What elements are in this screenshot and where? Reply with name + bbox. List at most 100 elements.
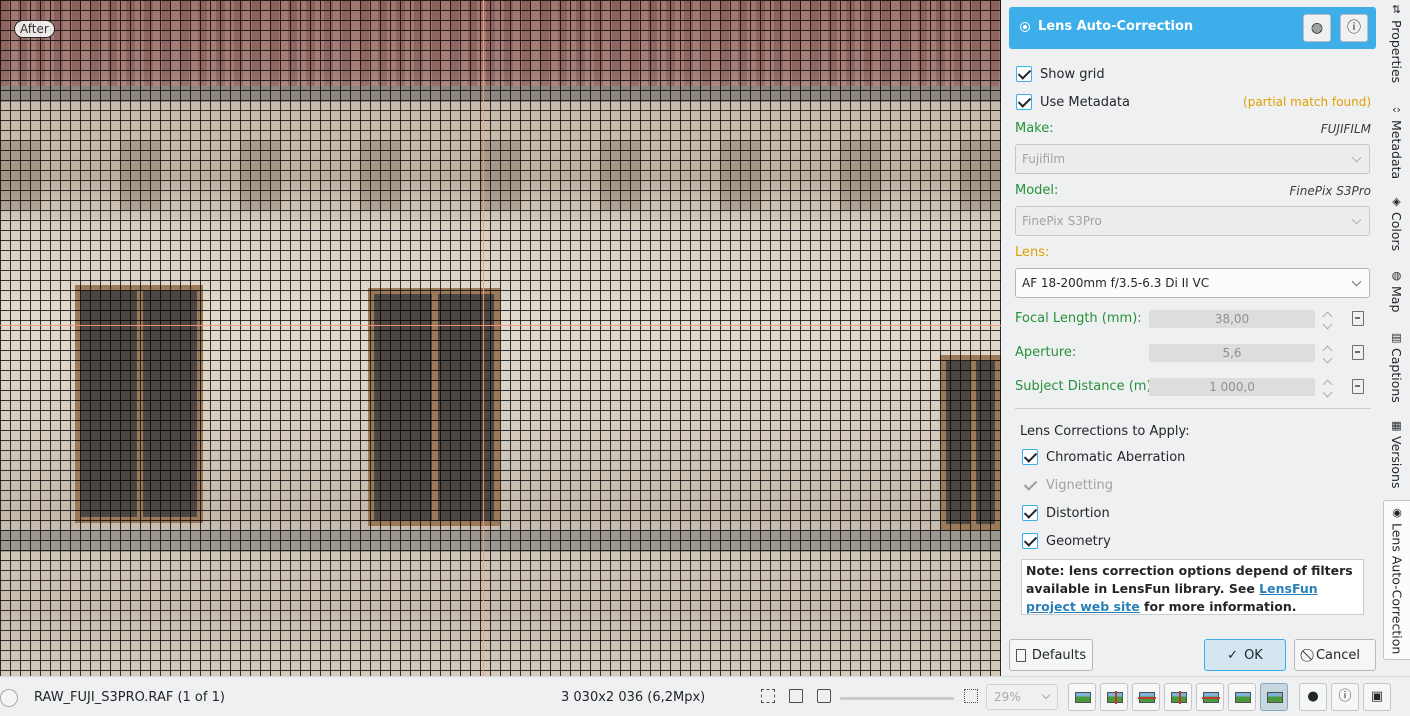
lens-combo[interactable]: AF 18-200mm f/3.5-6.3 Di II VC [1015, 268, 1370, 298]
chevron-down-icon [1351, 276, 1362, 287]
fit-selection-icon[interactable] [817, 689, 831, 703]
zoom-slider-handle[interactable] [0, 689, 18, 707]
distortion-checkbox[interactable]: Distortion [1022, 505, 1110, 521]
reset-icon[interactable] [1352, 345, 1364, 360]
vignetting-label: Vignetting [1046, 477, 1114, 493]
tab-metadata[interactable]: ‹› Metadata [1383, 103, 1410, 180]
checkbox-box[interactable] [1022, 533, 1038, 549]
tool-header: Lens Auto-Correction ◍ ⓘ [1009, 7, 1376, 49]
use-metadata-checkbox[interactable]: Use Metadata [1016, 94, 1130, 110]
chromatic-aberration-checkbox[interactable]: Chromatic Aberration [1022, 449, 1185, 465]
tab-captions[interactable]: ▤ Captions [1383, 332, 1410, 403]
lensfun-note: Note: lens correction options depend of … [1021, 559, 1364, 615]
checkbox-box[interactable] [1022, 449, 1038, 465]
globe-icon: ◍ [1310, 20, 1324, 36]
reset-icon[interactable] [1352, 379, 1364, 394]
chevron-down-icon [1351, 152, 1362, 163]
tab-label: Colors [1389, 212, 1404, 252]
model-combo[interactable]: FinePix S3Pro [1015, 206, 1370, 236]
make-combo-value: Fujifilm [1022, 152, 1066, 166]
subject-distance-row: Subject Distance (m): 1 000,0 [1015, 376, 1373, 398]
preview-target-active-button[interactable] [1260, 683, 1288, 711]
make-label: Make: [1015, 121, 1054, 136]
metadata-match-status: (partial match found) [1243, 95, 1371, 109]
preview-original-button[interactable] [1068, 683, 1096, 711]
tab-label: Map [1389, 286, 1404, 313]
preview-split-vertical-button[interactable] [1100, 683, 1128, 711]
tab-versions[interactable]: ▦ Versions [1383, 419, 1410, 489]
divider [1015, 408, 1371, 409]
subject-distance-spin-arrows[interactable] [1321, 376, 1335, 398]
cancel-button[interactable]: ⃠ Cancel [1294, 639, 1376, 671]
preview-split-horizontal-mirror-button[interactable] [1196, 683, 1224, 711]
lens-combo-value: AF 18-200mm f/3.5-6.3 Di II VC [1022, 276, 1210, 290]
split-horizontal-icon [1202, 692, 1220, 703]
tab-properties[interactable]: ⇅ Properties [1383, 4, 1410, 84]
preview-split-horizontal-button[interactable] [1132, 683, 1160, 711]
show-grid-checkbox[interactable]: Show grid [1016, 66, 1105, 82]
tab-label: Lens Auto-Correction [1389, 523, 1405, 655]
image-canvas[interactable]: After [0, 0, 1001, 676]
tab-lens-auto-correction[interactable]: ◉ Lens Auto-Correction [1383, 500, 1410, 660]
preview-target-button[interactable] [1228, 683, 1256, 711]
focal-length-input[interactable]: 38,00 [1149, 310, 1315, 328]
split-horizontal-icon [1138, 692, 1156, 703]
zoom-slider[interactable] [840, 697, 954, 700]
subject-distance-input[interactable]: 1 000,0 [1149, 378, 1315, 396]
info-icon: ⓘ [1338, 689, 1352, 704]
vertical-guide-line[interactable] [483, 0, 484, 676]
checkbox-box[interactable] [1016, 66, 1032, 82]
tab-label: Properties [1389, 20, 1404, 84]
zoom-100-icon[interactable] [789, 689, 803, 703]
ok-button[interactable]: ✓ OK [1204, 639, 1286, 671]
info-filled-icon: ● [1307, 689, 1319, 704]
after-badge: After [14, 20, 55, 38]
tab-map[interactable]: ◍ Map [1383, 270, 1410, 313]
zoom-level-value: 29% [994, 690, 1021, 704]
chevron-down-icon [1041, 690, 1051, 700]
document-icon [1015, 648, 1026, 662]
zoom-level-combo[interactable]: 29% [986, 684, 1058, 710]
status-bar: RAW_FUJI_S3PRO.RAF (1 of 1) 3 030x2 036 … [0, 676, 1410, 716]
cancel-label: Cancel [1315, 647, 1361, 663]
info-button[interactable]: ● [1299, 683, 1327, 711]
online-help-button[interactable]: ◍ [1303, 14, 1331, 42]
tab-colors[interactable]: ◈ Colors [1383, 196, 1410, 252]
metadata-icon: ‹› [1392, 103, 1401, 116]
vignetting-checkbox: Vignetting [1022, 477, 1113, 493]
defaults-button[interactable]: Defaults [1009, 639, 1093, 671]
ok-label: OK [1244, 647, 1263, 663]
toggle-sidebar-button[interactable]: ▣ [1363, 683, 1391, 711]
checkbox-box[interactable] [1022, 505, 1038, 521]
aperture-row: Aperture: 5,6 [1015, 342, 1373, 364]
checkbox-box [1022, 477, 1038, 493]
note-suffix: for more information. [1139, 599, 1297, 614]
aperture-input[interactable]: 5,6 [1149, 344, 1315, 362]
image-icon [1267, 692, 1283, 703]
checkmark-icon: ✓ [1227, 647, 1239, 663]
subject-distance-label: Subject Distance (m): [1015, 379, 1156, 394]
fullscreen-zoom-icon[interactable] [964, 689, 978, 703]
show-grid-label: Show grid [1040, 66, 1105, 82]
horizontal-guide-line[interactable] [0, 325, 1001, 326]
reset-icon[interactable] [1352, 311, 1364, 326]
checkbox-box[interactable] [1016, 94, 1032, 110]
aperture-spin-arrows[interactable] [1321, 342, 1335, 364]
preview-split-vertical-mirror-button[interactable] [1164, 683, 1192, 711]
lens-icon: ◉ [1392, 506, 1402, 519]
lens-icon [1020, 22, 1030, 32]
focal-length-spin-arrows[interactable] [1321, 308, 1335, 330]
properties-button[interactable]: ⓘ [1331, 683, 1359, 711]
geometry-checkbox[interactable]: Geometry [1022, 533, 1111, 549]
distortion-label: Distortion [1046, 505, 1110, 521]
make-metadata-value: FUJIFILM [1320, 122, 1371, 136]
geometry-label: Geometry [1046, 533, 1111, 549]
about-button[interactable]: ⓘ [1340, 14, 1368, 42]
focal-length-row: Focal Length (mm): 38,00 [1015, 308, 1373, 330]
zoom-to-fit-icon[interactable] [761, 689, 775, 703]
make-combo[interactable]: Fujifilm [1015, 144, 1370, 174]
lens-label: Lens: [1015, 245, 1050, 260]
focal-length-label: Focal Length (mm): [1015, 311, 1142, 326]
versions-icon: ▦ [1391, 419, 1402, 432]
tab-label: Versions [1389, 436, 1404, 489]
